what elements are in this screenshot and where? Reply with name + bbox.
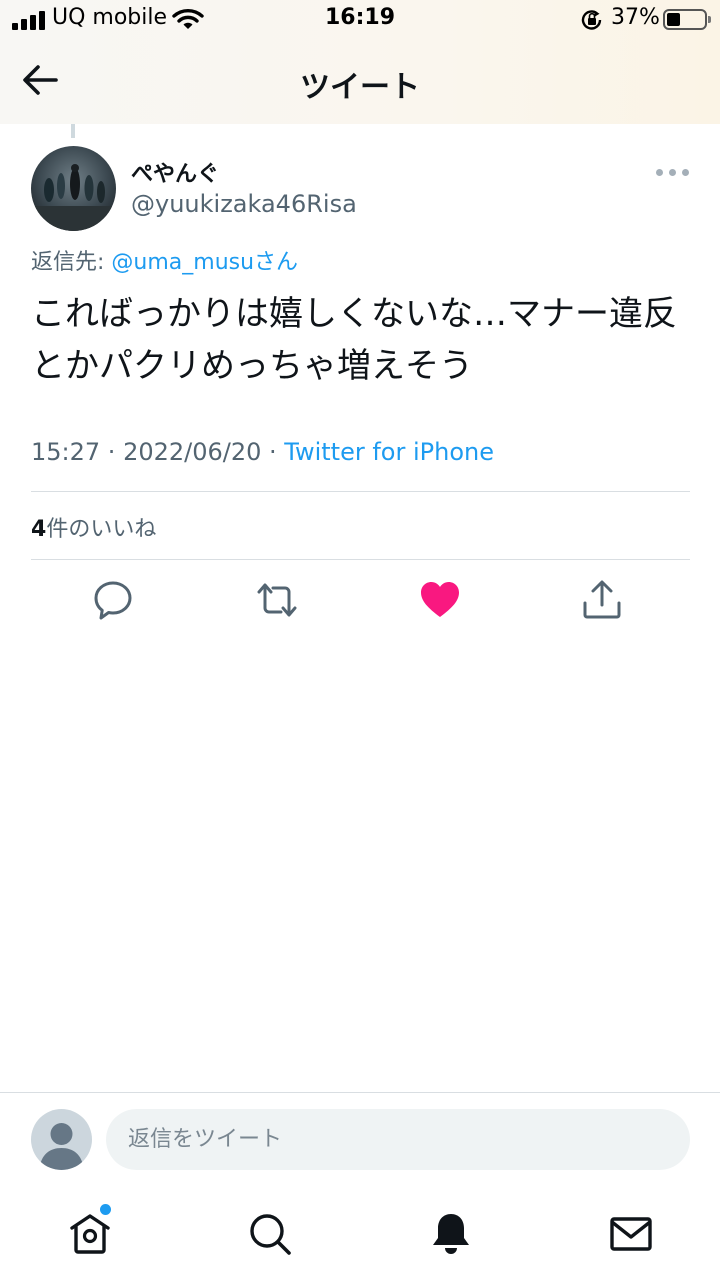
comment-icon[interactable] bbox=[91, 578, 135, 622]
display-name[interactable]: ぺやんぐ bbox=[131, 156, 219, 188]
battery-icon bbox=[663, 9, 711, 30]
home-icon[interactable] bbox=[66, 1210, 114, 1258]
share-icon[interactable] bbox=[580, 578, 624, 622]
tweet-date: 2022/06/20 bbox=[123, 438, 262, 466]
avatar[interactable] bbox=[31, 146, 116, 231]
bell-icon[interactable] bbox=[427, 1210, 475, 1258]
likes-count: 4 bbox=[31, 517, 47, 542]
search-icon[interactable] bbox=[246, 1210, 294, 1258]
orientation-lock-icon bbox=[581, 10, 602, 30]
battery-percent: 37% bbox=[611, 5, 660, 30]
page-title: ツイート bbox=[300, 70, 420, 105]
reply-input[interactable]: 返信をツイート bbox=[106, 1109, 690, 1170]
retweet-icon[interactable] bbox=[255, 578, 299, 622]
mail-icon[interactable] bbox=[607, 1210, 655, 1258]
default-avatar-icon bbox=[31, 1109, 92, 1170]
status-bar: UQ mobile 16:19 37% bbox=[0, 0, 720, 40]
divider bbox=[31, 559, 690, 560]
user-handle[interactable]: @yuukizaka46Risa bbox=[131, 190, 357, 218]
notification-dot bbox=[100, 1204, 111, 1215]
likes-count-link[interactable]: 4件のいいね bbox=[31, 511, 156, 543]
reply-mention-link[interactable]: @uma_musuさん bbox=[111, 250, 298, 275]
more-horizontal-icon[interactable] bbox=[656, 167, 690, 179]
likes-label: 件のいいね bbox=[46, 517, 157, 542]
tweet-source-link[interactable]: Twitter for iPhone bbox=[284, 438, 494, 466]
thread-line bbox=[71, 124, 75, 138]
reply-to: 返信先: @uma_musuさん bbox=[31, 244, 298, 276]
divider bbox=[31, 491, 690, 492]
tweet-text: こればっかりは嬉しくないな…マナー違反とかパクリめっちゃ増えそう bbox=[31, 294, 677, 386]
top-bar: UQ mobile 16:19 37% ツイート bbox=[0, 0, 720, 124]
divider bbox=[0, 1092, 720, 1093]
heart-filled-icon[interactable] bbox=[418, 578, 462, 622]
tweet-meta: 15:27 · 2022/06/20 · Twitter for iPhone bbox=[31, 438, 494, 466]
reply-to-prefix: 返信先: bbox=[31, 250, 112, 275]
tweet-time: 15:27 bbox=[31, 438, 101, 466]
